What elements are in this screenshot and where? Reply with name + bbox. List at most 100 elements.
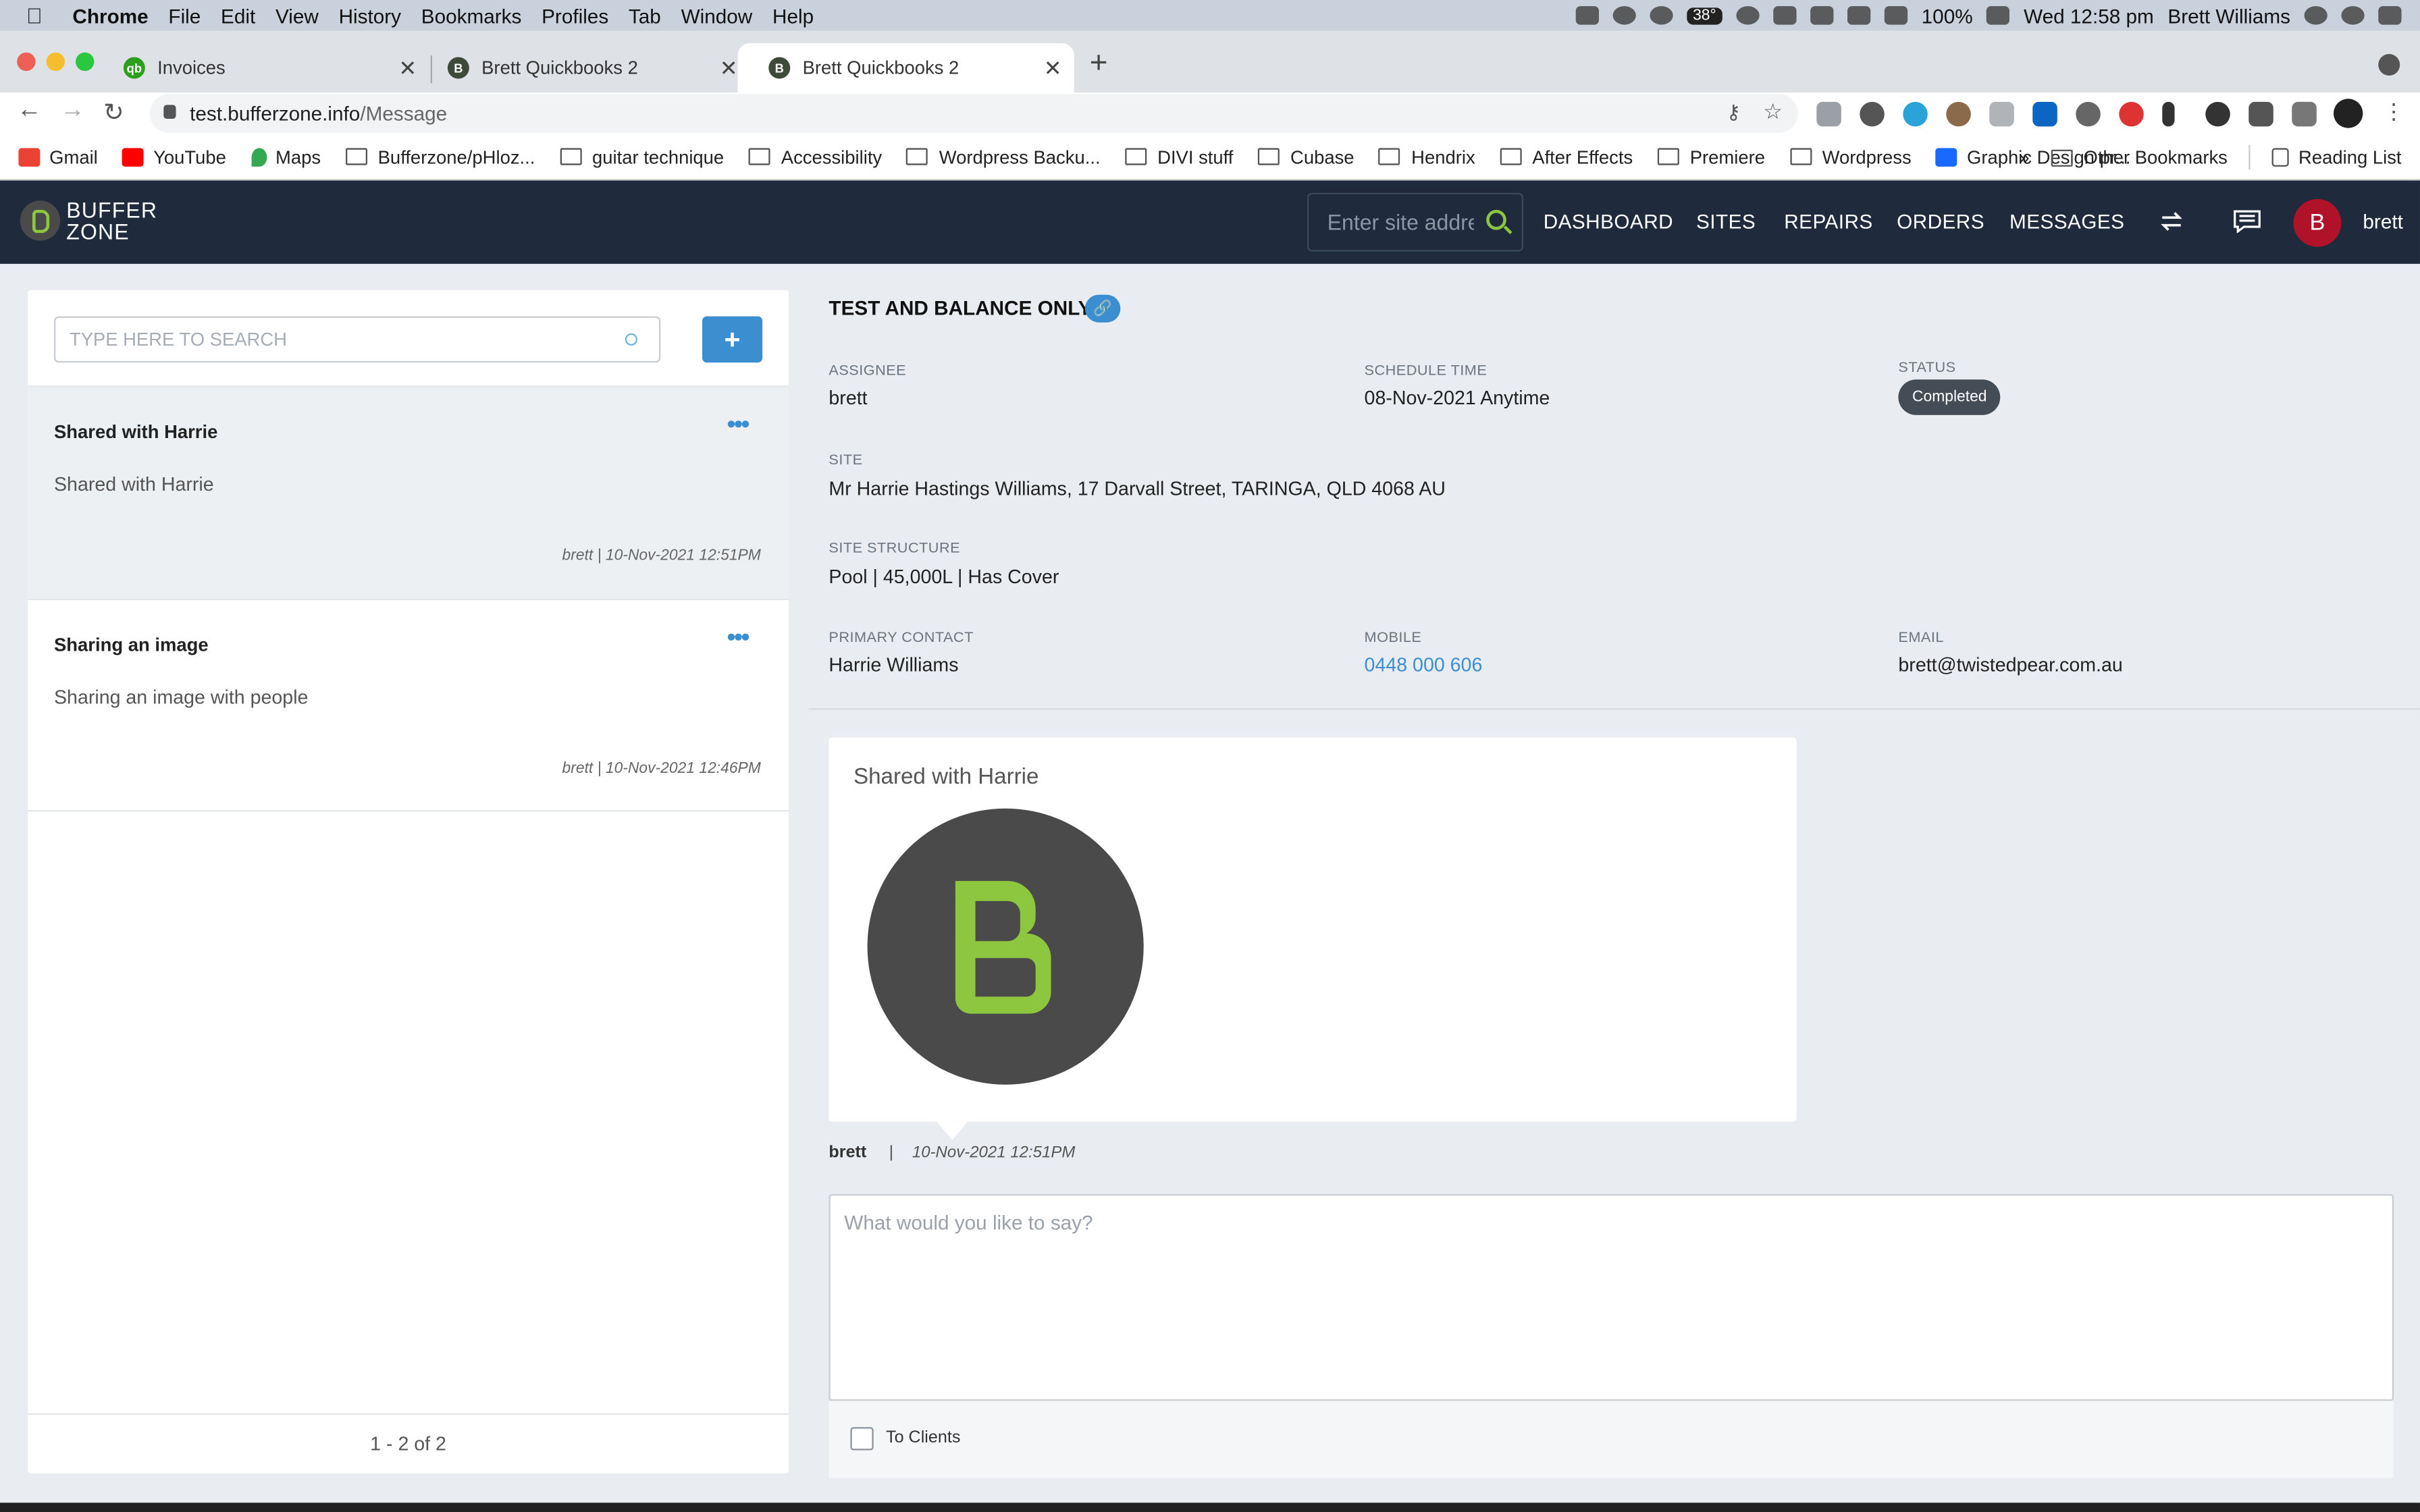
menubar-clock[interactable]: Wed 12:58 pm <box>2024 4 2154 27</box>
to-clients-checkbox[interactable] <box>850 1427 874 1451</box>
link-icon[interactable]: 🔗 <box>1084 294 1121 323</box>
siri-icon[interactable] <box>2341 6 2365 25</box>
extension-icon[interactable] <box>1946 101 1971 127</box>
wordpress-extension-icon[interactable] <box>2076 101 2101 127</box>
menu-file[interactable]: File <box>168 4 201 27</box>
color-picker-extension-icon[interactable] <box>2119 101 2144 127</box>
tab-invoices[interactable]: qb Invoices ✕ <box>93 43 429 92</box>
nav-repairs[interactable]: REPAIRS <box>1784 210 1872 233</box>
menu-bookmarks[interactable]: Bookmarks <box>421 4 522 27</box>
volume-icon[interactable] <box>1884 6 1908 25</box>
window-close-button[interactable] <box>17 52 36 72</box>
puzzle-extensions-icon[interactable] <box>2248 101 2273 127</box>
control-center-icon[interactable] <box>2378 6 2402 25</box>
lock-icon[interactable] <box>163 105 176 119</box>
site-address-search[interactable]: Enter site address <box>1307 192 1523 252</box>
search-icon[interactable] <box>625 333 637 346</box>
menu-edit[interactable]: Edit <box>221 4 255 27</box>
window-minimize-button[interactable] <box>46 52 65 72</box>
menu-window[interactable]: Window <box>681 4 753 27</box>
nav-dashboard[interactable]: DASHBOARD <box>1544 210 1673 233</box>
close-tab-icon[interactable]: ✕ <box>398 55 417 82</box>
chat-icon[interactable] <box>2233 210 2261 234</box>
bookmark-gmail[interactable]: Gmail <box>18 146 98 167</box>
dropbox-icon[interactable] <box>1575 6 1599 25</box>
bookmark-folder-cubase[interactable]: Cubase <box>1258 146 1354 167</box>
other-bookmarks[interactable]: Other Bookmarks <box>2051 146 2228 168</box>
nav-messages[interactable]: MESSAGES <box>2009 210 2124 233</box>
to-clients-label[interactable]: To Clients <box>886 1429 960 1447</box>
bookmark-folder-accessibility[interactable]: Accessibility <box>748 146 882 167</box>
menu-view[interactable]: View <box>275 4 319 27</box>
profile-avatar-icon[interactable] <box>2333 99 2363 128</box>
tab-brett-quickbooks-2-active[interactable]: B Brett Quickbooks 2 ✕ <box>737 43 1074 93</box>
airplay-icon[interactable] <box>1773 6 1797 25</box>
reply-textarea[interactable] <box>830 1195 2392 1400</box>
menubar-user[interactable]: Brett Williams <box>2167 4 2290 27</box>
extension-icon[interactable] <box>2205 101 2230 127</box>
nav-orders[interactable]: ORDERS <box>1897 210 1984 233</box>
battery-percent[interactable]: 100% <box>1922 4 1973 27</box>
user-name[interactable]: brett <box>2363 210 2402 233</box>
more-options-icon[interactable]: ••• <box>727 625 750 653</box>
back-arrow-icon[interactable]: ← <box>17 97 42 125</box>
wifi-icon[interactable] <box>1847 6 1871 25</box>
new-tab-button[interactable]: + <box>1090 47 1108 82</box>
forward-arrow-icon[interactable]: → <box>60 97 85 125</box>
bookmark-folder-bufferzone[interactable]: Bufferzone/pHloz... <box>345 146 535 167</box>
creative-cloud-icon[interactable] <box>1650 6 1673 25</box>
message-list-item[interactable]: Sharing an image ••• Sharing an image wi… <box>28 598 789 812</box>
menu-tab[interactable]: Tab <box>629 4 661 27</box>
menu-app[interactable]: Chrome <box>72 4 148 27</box>
mobile-link[interactable]: 0448 000 606 <box>1365 654 1483 676</box>
user-avatar[interactable]: B <box>2293 198 2342 247</box>
cast-icon[interactable] <box>2292 101 2317 127</box>
bookmark-folder-wordpress[interactable]: Wordpress <box>1789 146 1912 167</box>
add-message-button[interactable]: + <box>702 316 763 363</box>
apple-icon[interactable]:  <box>26 3 51 28</box>
extension-icon[interactable] <box>1903 101 1928 127</box>
bookmark-folder-guitar[interactable]: guitar technique <box>559 146 724 167</box>
bufferzone-logo[interactable]: BUFFER ZONE <box>20 199 157 242</box>
chrome-menu-icon[interactable]: ⋮ <box>2383 99 2404 125</box>
nav-sites[interactable]: SITES <box>1696 210 1756 233</box>
device-extension-icon[interactable] <box>2162 101 2175 127</box>
wordpress-status-icon[interactable] <box>1612 6 1636 25</box>
tab-search-icon[interactable] <box>2378 53 2400 76</box>
window-zoom-button[interactable] <box>75 52 95 72</box>
bookmark-folder-hendrix[interactable]: Hendrix <box>1379 146 1475 167</box>
close-tab-icon[interactable]: ✕ <box>720 55 738 82</box>
search-icon[interactable] <box>1486 209 1506 230</box>
extension-icon[interactable] <box>1860 101 1885 127</box>
menu-history[interactable]: History <box>339 4 401 27</box>
bookmark-star-icon[interactable]: ☆ <box>1763 99 1783 125</box>
bookmark-maps[interactable]: Maps <box>251 146 321 167</box>
bookmark-folder-premiere[interactable]: Premiere <box>1657 146 1765 167</box>
menu-help[interactable]: Help <box>772 4 814 27</box>
bookmark-folder-after-effects[interactable]: After Effects <box>1500 146 1633 167</box>
linkedin-extension-icon[interactable] <box>2032 101 2057 127</box>
reading-list[interactable]: Reading List <box>2272 146 2402 168</box>
message-search-field[interactable] <box>53 316 661 363</box>
close-tab-icon[interactable]: ✕ <box>1044 55 1062 82</box>
extension-icon[interactable] <box>1989 101 2014 127</box>
reload-icon[interactable]: ↻ <box>103 97 124 128</box>
sync-icon[interactable] <box>2157 210 2185 233</box>
password-key-icon[interactable]: ⚷ <box>1726 101 1741 126</box>
time-machine-icon[interactable] <box>1736 6 1760 25</box>
bookmarks-overflow-chevron[interactable]: » <box>2019 146 2029 168</box>
bookmark-folder-wordpress-backup[interactable]: Wordpress Backu... <box>906 146 1101 167</box>
spotlight-search-icon[interactable] <box>2304 6 2327 25</box>
camera-extension-icon[interactable] <box>1816 101 1841 127</box>
message-list-item[interactable]: Shared with Harrie ••• Shared with Harri… <box>28 385 789 599</box>
battery-icon[interactable] <box>1987 6 2010 25</box>
menu-profiles[interactable]: Profiles <box>542 4 608 27</box>
tab-brett-quickbooks-1[interactable]: B Brett Quickbooks 2 ✕ <box>417 43 750 92</box>
bookmark-youtube[interactable]: YouTube <box>122 146 226 167</box>
message-search-input[interactable] <box>69 328 594 350</box>
temperature-badge[interactable]: 38° <box>1686 7 1722 24</box>
address-bar[interactable]: test.bufferzone.info/Message ⚷ ☆ <box>149 94 1798 133</box>
bluetooth-icon[interactable] <box>1810 6 1834 25</box>
bookmark-folder-divi[interactable]: DIVI stuff <box>1125 146 1233 167</box>
more-options-icon[interactable]: ••• <box>727 412 750 439</box>
